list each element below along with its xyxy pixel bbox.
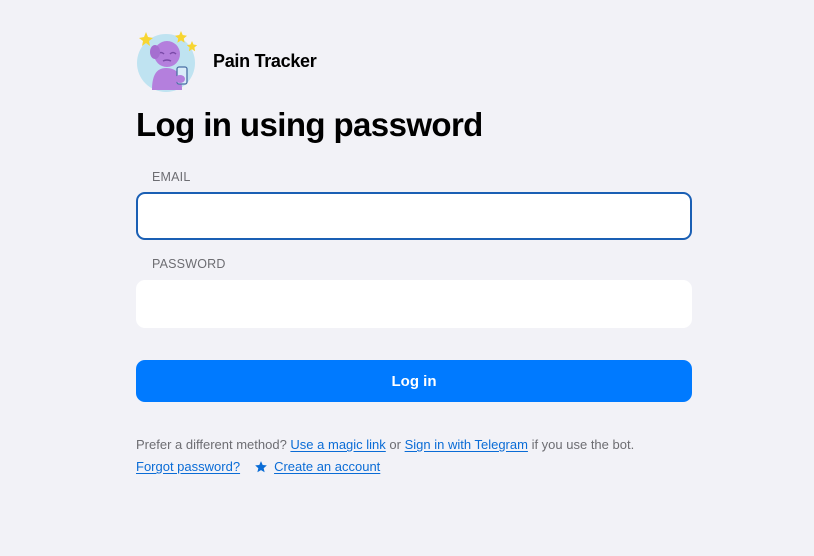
email-label: EMAIL (152, 170, 191, 184)
magic-link-link[interactable]: Use a magic link (290, 437, 385, 452)
telegram-signin-link[interactable]: Sign in with Telegram (405, 437, 528, 452)
alternative-methods-prefix: Prefer a different method? (136, 437, 287, 452)
alternative-methods-suffix: if you use the bot. (531, 437, 635, 452)
password-field[interactable] (136, 280, 692, 328)
brand-header: Pain Tracker (136, 30, 317, 92)
page-title: Log in using password (136, 106, 483, 143)
forgot-password-link[interactable]: Forgot password? (136, 459, 240, 474)
alternative-methods-or: or (389, 437, 401, 452)
password-label: PASSWORD (152, 257, 226, 271)
star-icon (255, 460, 267, 472)
email-field[interactable] (136, 192, 692, 240)
create-account-link[interactable]: Create an account (274, 459, 380, 474)
app-logo-icon (137, 31, 198, 92)
account-links: Forgot password? Create an account (136, 459, 380, 474)
alternative-methods: Prefer a different method? Use a magic l… (136, 437, 634, 452)
login-button[interactable]: Log in (136, 360, 692, 402)
app-name: Pain Tracker (213, 50, 317, 71)
